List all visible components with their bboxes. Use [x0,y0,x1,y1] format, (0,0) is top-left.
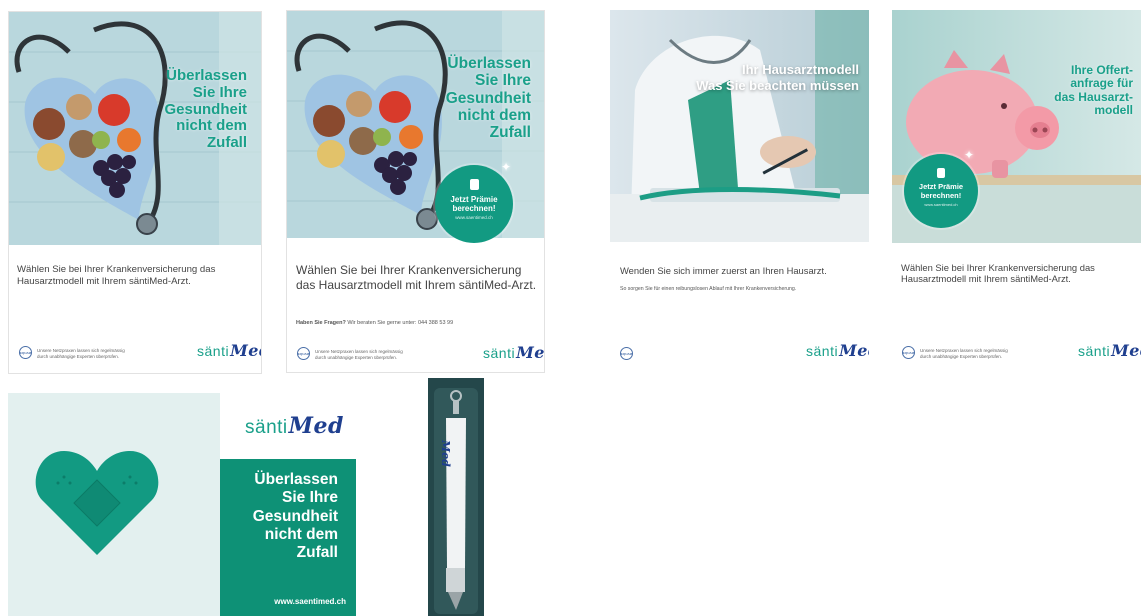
card2-body-text: Wählen Sie bei Ihrer Krankenversicherung… [296,263,537,292]
card3-body-text: Wenden Sie sich immer zuerst an Ihren Ha… [620,265,827,276]
heart-bandage-icon [35,451,159,555]
calculator-icon [469,179,479,190]
santimed-logo: säntiMed [483,343,545,362]
ad-card-1[interactable]: Überlassen Sie Ihre Gesundheit nicht dem… [8,11,262,374]
santimed-logo: säntiMed [1078,341,1141,360]
sparkle-icon: ✦ [501,160,512,174]
calculator-icon [937,168,945,178]
equam-badge: EQUAM [297,347,310,360]
flyer-card[interactable]: säntiMed Überlassen Sie Ihre Gesundheit … [8,393,356,616]
ad-photo-doctor-writing [610,10,869,242]
ad-card-4[interactable]: Ihre Offert- anfrage für das Hausarzt- m… [892,10,1141,373]
santimed-logo: säntiMed [806,341,869,360]
equam-badge: EQUAM [19,346,32,359]
card2-headline: Überlassen Sie Ihre Gesundheit nicht dem… [445,55,531,142]
equam-note: Unsere Netzpraxen lassen sich regelmässi… [920,348,1008,359]
pen-photo[interactable]: Med [428,378,484,616]
doctor-illustration [610,10,869,242]
card4-headline: Ihre Offert- anfrage für das Hausarzt- m… [1054,63,1133,118]
card1-body-text: Wählen Sie bei Ihrer Krankenversicherung… [17,264,216,287]
pen-logo: Med [439,440,452,467]
ad-card-3[interactable]: Ihr Hausarztmodell Was Sie beachten müss… [610,10,869,373]
flyer-headline: Überlassen Sie Ihre Gesundheit nicht dem… [252,471,338,562]
pen-illustration [428,378,484,616]
santimed-logo: säntiMed [245,413,344,439]
card3-headline: Ihr Hausarztmodell Was Sie beachten müss… [696,62,859,93]
card4-body-text: Wählen Sie bei Ihrer Krankenversicherung… [901,262,1095,285]
equam-badge: EQUAM [620,347,633,360]
equam-note: Unsere Netzpraxen lassen sich regelmässi… [37,348,125,359]
equam-note: Unsere Netzpraxen lassen sich regelmässi… [315,349,403,360]
card1-headline: Überlassen Sie Ihre Gesundheit nicht dem… [164,67,247,152]
flyer-url: www.saentimed.ch [274,597,346,606]
contact-line: Haben Sie Fragen? Wir beraten Sie gerne … [296,320,454,326]
sparkle-icon: ✦ [964,148,975,162]
equam-badge: EQUAM [902,346,915,359]
calculate-premium-badge[interactable]: Jetzt Prämie berechnen! www.saentimed.ch [904,154,978,228]
santimed-logo: säntiMed [197,341,261,360]
ad-card-2[interactable]: Überlassen Sie Ihre Gesundheit nicht dem… [286,10,545,373]
card3-subline: So sorgen Sie für einen reibungslosen Ab… [620,286,797,292]
calculate-premium-badge[interactable]: Jetzt Prämie berechnen! www.saentimed.ch [435,165,513,243]
